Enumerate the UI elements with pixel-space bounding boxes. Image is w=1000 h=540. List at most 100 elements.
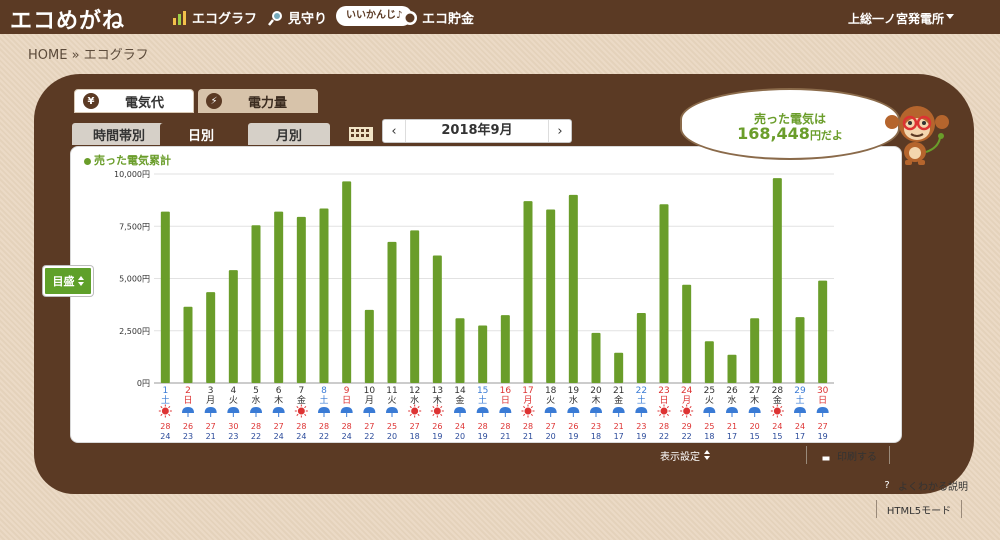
x-day-label: 1 xyxy=(162,386,168,396)
subtab-monthly[interactable]: 月別 xyxy=(248,123,330,145)
x-weekday-label: 火 xyxy=(387,395,396,406)
low-temp-label: 18 xyxy=(591,432,601,440)
calendar-icon[interactable] xyxy=(346,118,376,144)
sun-ray xyxy=(440,406,443,409)
low-temp-label: 15 xyxy=(772,432,782,440)
x-day-label: 20 xyxy=(590,386,602,396)
sun-ray xyxy=(160,413,163,416)
bar xyxy=(364,309,374,383)
html5-mode-button[interactable]: HTML5モード xyxy=(876,500,962,518)
x-weekday-label: 土 xyxy=(319,394,328,406)
sun-ray xyxy=(440,413,443,416)
status-pill: いいかんじ♪ xyxy=(336,6,413,26)
bar xyxy=(455,318,465,383)
umbrella-icon xyxy=(816,407,829,413)
high-temp-label: 28 xyxy=(478,422,488,431)
sun-icon xyxy=(683,407,691,415)
bar xyxy=(342,181,352,383)
low-temp-label: 15 xyxy=(750,432,760,440)
x-day-label: 26 xyxy=(726,386,738,396)
low-temp-label: 24 xyxy=(296,432,306,440)
high-temp-label: 28 xyxy=(296,422,306,431)
sun-ray xyxy=(432,413,435,416)
bar xyxy=(546,209,556,383)
app-logo[interactable]: エコめがね xyxy=(10,3,125,35)
plant-selector[interactable]: 上総一ノ宮発電所 xyxy=(848,10,944,27)
low-temp-label: 20 xyxy=(455,432,465,440)
sun-ray xyxy=(523,413,526,416)
x-weekday-label: 金 xyxy=(773,394,782,406)
x-weekday-label: 月 xyxy=(365,395,374,406)
bar xyxy=(319,208,329,383)
nav-eco-graph[interactable]: エコグラフ xyxy=(172,8,257,27)
x-weekday-label: 日 xyxy=(659,395,668,406)
yen-icon: ¥ xyxy=(83,93,99,109)
caret-down-icon[interactable] xyxy=(946,14,954,19)
sun-ray xyxy=(689,413,692,416)
nav-eco-savings[interactable]: エコ貯金 xyxy=(402,8,474,27)
breadcrumb[interactable]: HOME » エコグラフ xyxy=(28,44,149,63)
sun-ray xyxy=(168,406,171,409)
low-temp-label: 20 xyxy=(387,432,397,440)
help-link[interactable]: ? よくわかる説明 xyxy=(880,478,968,493)
low-temp-label: 22 xyxy=(319,432,329,440)
question-icon: ? xyxy=(880,478,894,493)
print-button[interactable]: 印刷する xyxy=(806,446,890,464)
x-day-label: 21 xyxy=(613,386,624,396)
umbrella-icon xyxy=(726,407,738,413)
nav-watch-label: 見守り xyxy=(288,12,328,27)
daily-sold-electricity-chart: 0円2,500円5,000円7,500円10,000円1土28242日26233… xyxy=(114,170,834,440)
sun-icon xyxy=(433,407,441,415)
x-weekday-label: 日 xyxy=(183,395,192,406)
high-temp-label: 20 xyxy=(750,422,760,431)
x-day-label: 13 xyxy=(432,386,443,396)
umbrella-icon xyxy=(703,407,716,413)
umbrella-icon xyxy=(748,407,761,413)
low-temp-label: 24 xyxy=(342,432,352,440)
display-settings-label: 表示設定 xyxy=(660,451,700,463)
x-weekday-label: 金 xyxy=(455,394,464,406)
x-day-label: 29 xyxy=(794,386,806,396)
high-temp-label: 27 xyxy=(274,422,284,431)
y-tick-label: 10,000円 xyxy=(114,170,150,179)
sun-ray xyxy=(160,406,163,409)
high-temp-label: 28 xyxy=(500,422,510,431)
high-temp-label: 27 xyxy=(410,422,420,431)
subtab-daily[interactable]: 日別 xyxy=(160,123,242,145)
tab-electricity-cost[interactable]: ¥ 電気代 xyxy=(74,89,194,113)
month-navigator: ‹ 2018年9月 › xyxy=(382,119,572,143)
display-settings-button[interactable]: 表示設定 xyxy=(652,446,718,464)
low-temp-label: 18 xyxy=(410,432,420,440)
lightning-icon: ⚡ xyxy=(206,93,222,109)
x-day-label: 15 xyxy=(477,386,488,396)
sun-ray xyxy=(659,406,662,409)
umbrella-icon xyxy=(544,407,557,413)
low-temp-label: 24 xyxy=(274,432,284,440)
x-weekday-label: 木 xyxy=(274,394,283,406)
x-day-label: 5 xyxy=(253,386,259,396)
x-day-label: 25 xyxy=(704,386,715,396)
sun-ray xyxy=(666,413,669,416)
x-weekday-label: 日 xyxy=(342,395,351,406)
next-month-button[interactable]: › xyxy=(549,120,571,142)
top-nav-bar: エコめがね エコグラフ 見守り いいかんじ♪ エコ貯金 上総一ノ宮発電所 xyxy=(0,0,1000,34)
sun-ray xyxy=(681,406,684,409)
nav-watch[interactable]: 見守り xyxy=(268,8,327,27)
x-day-label: 22 xyxy=(636,386,647,396)
bar xyxy=(682,284,692,383)
nav-eco-savings-label: エコ貯金 xyxy=(422,12,475,27)
x-weekday-label: 火 xyxy=(546,395,555,406)
sun-ray xyxy=(417,413,420,416)
sold-amount-unit: 円だよ xyxy=(809,129,843,142)
x-day-label: 16 xyxy=(500,386,512,396)
high-temp-label: 30 xyxy=(228,422,238,431)
tab-electricity-amount[interactable]: ⚡ 電力量 xyxy=(198,89,318,113)
subtab-hourly[interactable]: 時間帯別 xyxy=(72,123,166,145)
x-weekday-label: 月 xyxy=(523,395,532,406)
high-temp-label: 29 xyxy=(682,422,692,431)
x-day-label: 11 xyxy=(386,386,397,396)
low-temp-label: 21 xyxy=(500,432,510,440)
prev-month-button[interactable]: ‹ xyxy=(383,120,405,142)
high-temp-label: 27 xyxy=(818,422,828,431)
sun-ray xyxy=(689,406,692,409)
